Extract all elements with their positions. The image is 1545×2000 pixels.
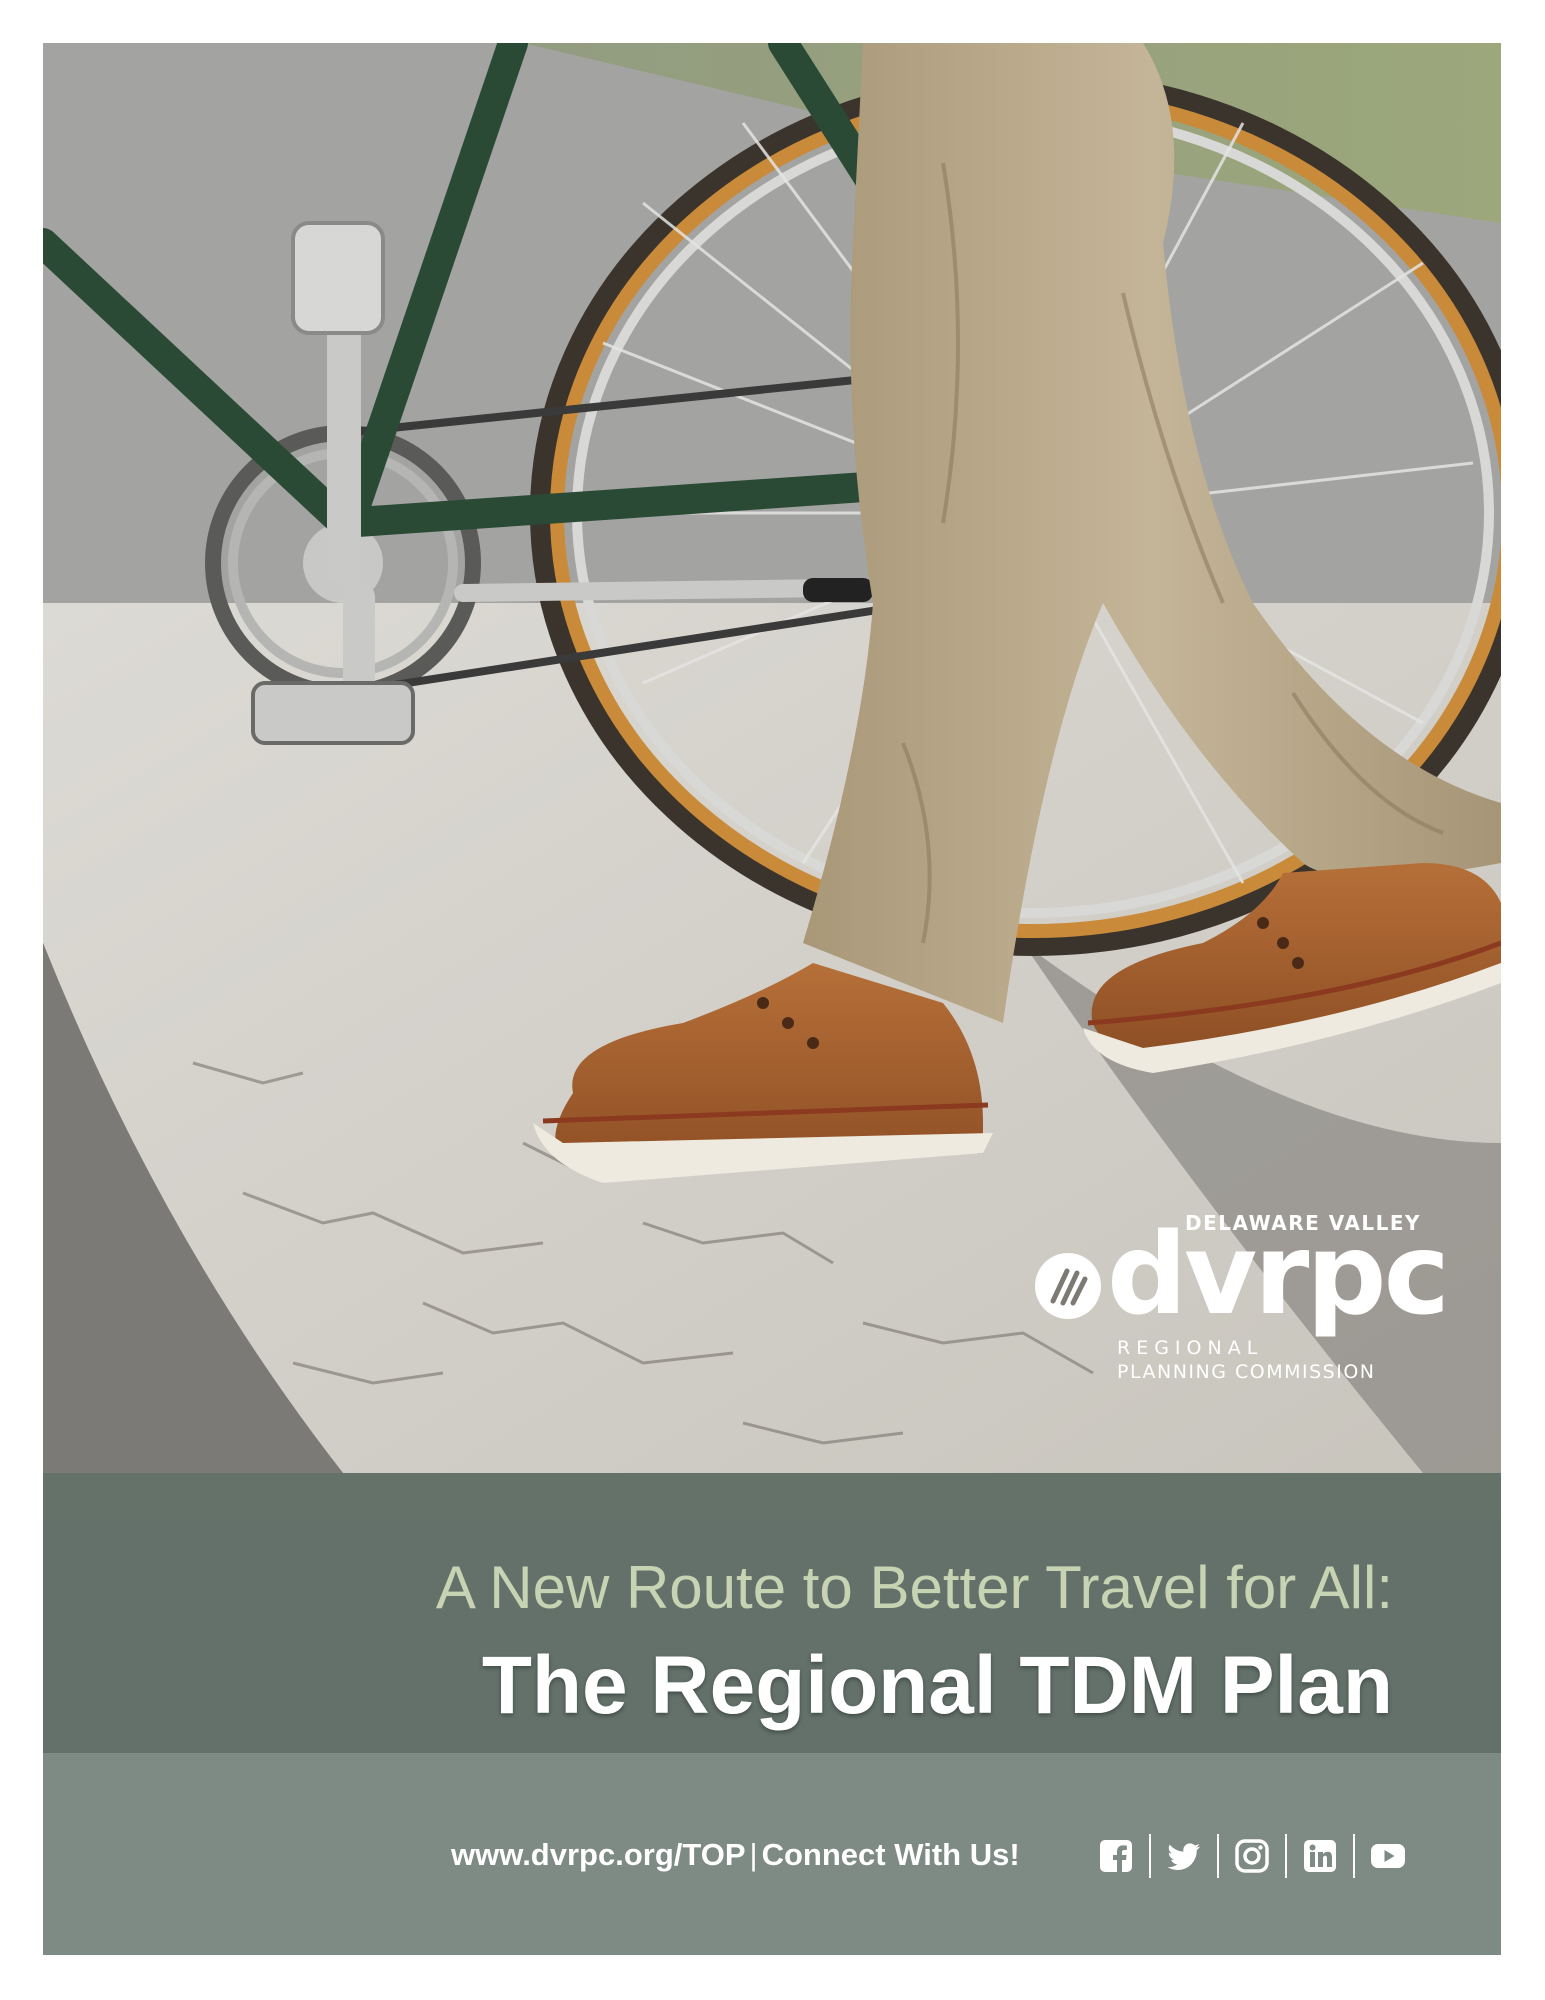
logo-wordmark: dvrpc (1107, 1210, 1450, 1340)
page-title: The Regional TDM Plan (481, 1640, 1393, 1731)
twitter-icon[interactable] (1166, 1838, 1202, 1874)
social-divider (1353, 1834, 1355, 1878)
footer-separator: | (749, 1837, 758, 1872)
social-divider (1285, 1834, 1287, 1878)
logo-planning-commission: PLANNING COMMISSION (1117, 1361, 1376, 1383)
social-divider (1149, 1834, 1151, 1878)
instagram-icon[interactable] (1234, 1838, 1270, 1874)
footer-band: www.dvrpc.org/TOP | Connect With Us! (43, 1753, 1501, 1955)
facebook-icon[interactable] (1098, 1838, 1134, 1874)
social-divider (1217, 1834, 1219, 1878)
subtitle: A New Route to Better Travel for All: (435, 1554, 1393, 1621)
social-links (1083, 1829, 1421, 1883)
footer-text: www.dvrpc.org/TOP | Connect With Us! (451, 1837, 1020, 1873)
connect-label: Connect With Us! (761, 1837, 1020, 1872)
website-link[interactable]: www.dvrpc.org/TOP (451, 1837, 746, 1872)
title-band: A New Route to Better Travel for All: Th… (43, 1473, 1501, 1753)
dvrpc-logo-mark-icon (1033, 1251, 1103, 1321)
dvrpc-logo: DELAWARE VALLEY dvrpc REGIONAL PLANNING … (1033, 1211, 1450, 1411)
logo-regional: REGIONAL (1117, 1337, 1264, 1359)
youtube-icon[interactable] (1370, 1838, 1406, 1874)
cover-page: DELAWARE VALLEY dvrpc REGIONAL PLANNING … (43, 43, 1501, 1955)
linkedin-icon[interactable] (1302, 1838, 1338, 1874)
